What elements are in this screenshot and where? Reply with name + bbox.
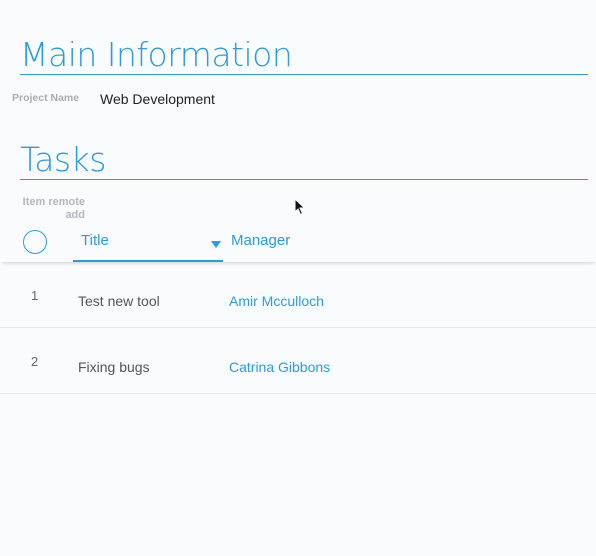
main-information-heading: Main Information (20, 38, 588, 75)
manager-column-header[interactable]: Manager (231, 232, 290, 249)
item-remote-add-label: Item remote add (22, 196, 85, 221)
project-name-label: Project Name (12, 92, 80, 104)
row-title: Test new tool (78, 293, 160, 309)
tasks-heading: Tasks (20, 143, 588, 180)
row-number: 2 (31, 354, 39, 369)
tasks-table-body: 1 Test new tool Amir Mcculloch 2 Fixing … (0, 262, 596, 394)
table-row[interactable]: 2 Fixing bugs Catrina Gibbons (0, 328, 596, 394)
select-all-checkbox-icon[interactable] (23, 230, 47, 254)
row-manager-link[interactable]: Catrina Gibbons (229, 359, 330, 375)
row-manager-link[interactable]: Amir Mcculloch (229, 293, 324, 309)
mouse-pointer-icon (294, 198, 306, 216)
row-title: Fixing bugs (78, 359, 150, 375)
project-name-value[interactable]: Web Development (100, 91, 215, 107)
row-number: 1 (31, 288, 39, 303)
title-column-header[interactable]: Title (73, 222, 223, 262)
title-column-label: Title (81, 232, 109, 249)
page: Main Information Project Name Web Develo… (0, 0, 596, 556)
sort-caret-down-icon[interactable] (211, 241, 221, 248)
table-row[interactable]: 1 Test new tool Amir Mcculloch (0, 262, 596, 328)
tasks-table-header: Title Manager (0, 222, 596, 262)
